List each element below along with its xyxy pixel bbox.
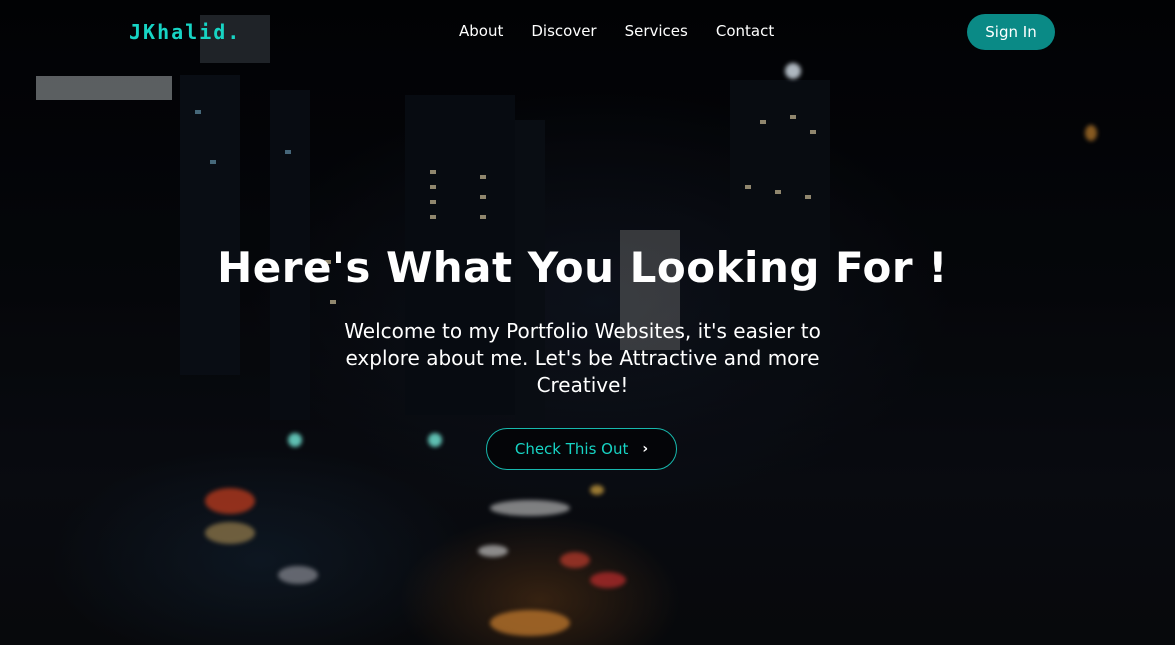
hero-title: Here's What You Looking For ! [217,243,948,292]
logo[interactable]: JKhalid. [129,20,241,44]
hero-subtitle: Welcome to my Portfolio Websites, it's e… [344,319,821,397]
chevron-right-icon: › [642,441,649,457]
nav-link-services[interactable]: Services [625,22,688,40]
sign-in-button[interactable]: Sign In [967,14,1055,50]
nav-link-discover[interactable]: Discover [531,22,596,40]
navbar: JKhalid. About Discover Services Contact… [0,0,1175,64]
nav-links: About Discover Services Contact [459,22,774,40]
check-this-out-button[interactable]: Check This Out › [486,428,677,470]
nav-link-contact[interactable]: Contact [716,22,774,40]
cta-label: Check This Out [514,440,629,458]
nav-link-about[interactable]: About [459,22,503,40]
